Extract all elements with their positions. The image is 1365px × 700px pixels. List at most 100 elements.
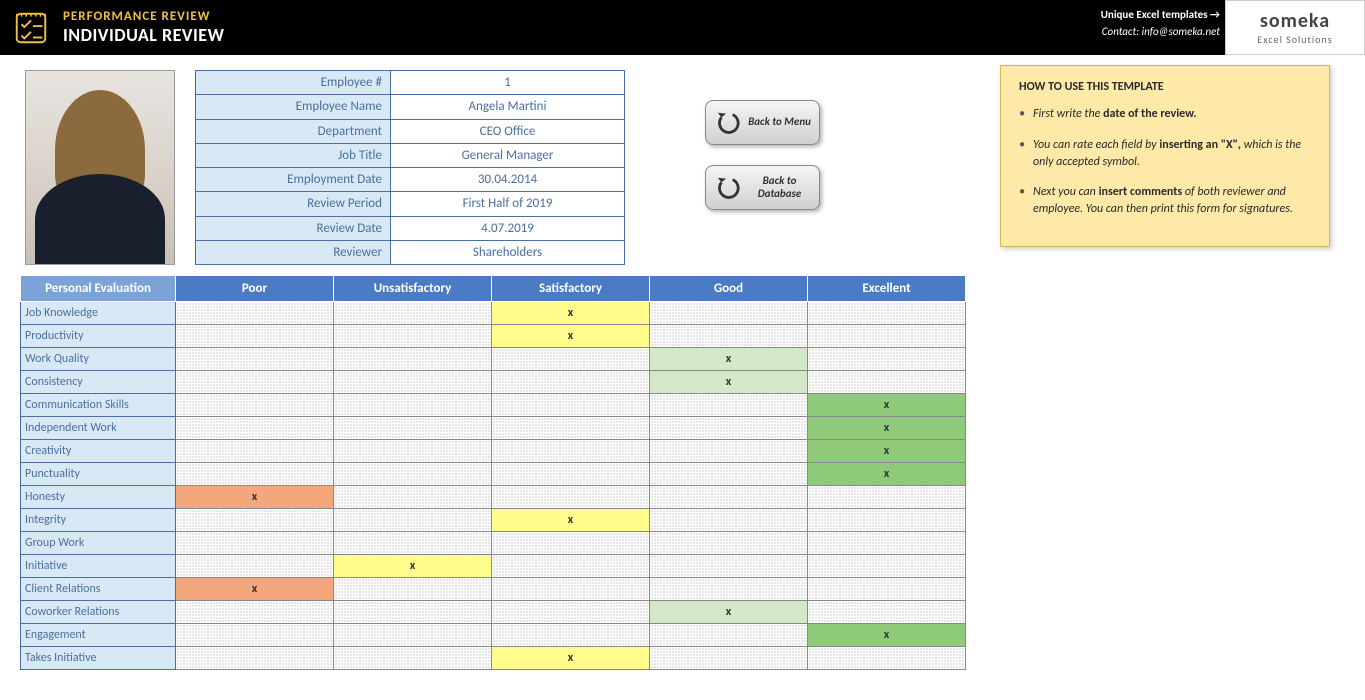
info-value[interactable]: 1 (391, 71, 625, 95)
eval-cell[interactable] (334, 394, 492, 417)
eval-cell[interactable] (334, 578, 492, 601)
eval-cell[interactable] (492, 486, 650, 509)
eval-cell[interactable] (492, 417, 650, 440)
eval-cell[interactable] (334, 647, 492, 670)
eval-cell[interactable] (176, 371, 334, 394)
info-value[interactable]: 4.07.2019 (391, 216, 625, 240)
eval-cell[interactable] (650, 325, 808, 348)
eval-cell[interactable] (334, 532, 492, 555)
eval-cell[interactable] (334, 509, 492, 532)
eval-cell[interactable] (808, 578, 966, 601)
someka-logo[interactable]: someka Excel Solutions (1225, 0, 1365, 55)
eval-row: Group Work (21, 532, 966, 555)
templates-link[interactable]: Unique Excel templates → (1101, 8, 1220, 21)
eval-cell[interactable] (650, 555, 808, 578)
back-to-database-button[interactable]: Back to Database (705, 165, 820, 210)
eval-header-unsat: Unsatisfactory (334, 276, 492, 302)
eval-cell[interactable] (334, 463, 492, 486)
eval-cell[interactable] (334, 417, 492, 440)
info-value[interactable]: First Half of 2019 (391, 192, 625, 216)
eval-cell[interactable]: x (808, 394, 966, 417)
eval-cell[interactable] (334, 302, 492, 325)
eval-cell[interactable] (492, 463, 650, 486)
eval-header-exc: Excellent (808, 276, 966, 302)
back-to-menu-button[interactable]: Back to Menu (705, 100, 820, 145)
eval-cell[interactable] (650, 486, 808, 509)
eval-cell[interactable] (334, 440, 492, 463)
eval-cell[interactable]: x (334, 555, 492, 578)
eval-cell[interactable] (176, 555, 334, 578)
eval-cell[interactable] (492, 394, 650, 417)
info-value[interactable]: Angela Martini (391, 95, 625, 119)
eval-cell[interactable] (176, 601, 334, 624)
eval-cell[interactable]: x (808, 417, 966, 440)
eval-cell[interactable] (492, 601, 650, 624)
eval-cell[interactable] (334, 624, 492, 647)
eval-cell[interactable] (808, 601, 966, 624)
eval-cell[interactable]: x (492, 325, 650, 348)
eval-cell[interactable] (650, 302, 808, 325)
eval-cell[interactable] (492, 440, 650, 463)
eval-cell[interactable] (650, 532, 808, 555)
eval-cell[interactable]: x (492, 509, 650, 532)
eval-cell[interactable] (492, 578, 650, 601)
eval-cell[interactable]: x (492, 302, 650, 325)
eval-cell[interactable] (650, 647, 808, 670)
eval-cell[interactable] (808, 325, 966, 348)
eval-cell[interactable] (492, 532, 650, 555)
eval-cell[interactable] (176, 417, 334, 440)
eval-cell[interactable]: x (492, 647, 650, 670)
eval-cell[interactable] (808, 486, 966, 509)
eval-cell[interactable] (334, 371, 492, 394)
eval-cell[interactable] (808, 371, 966, 394)
eval-cell[interactable] (334, 486, 492, 509)
eval-cell[interactable]: x (650, 601, 808, 624)
info-value[interactable]: Shareholders (391, 240, 625, 264)
eval-cell[interactable]: x (176, 578, 334, 601)
eval-cell[interactable] (176, 647, 334, 670)
eval-cell[interactable]: x (650, 348, 808, 371)
eval-cell[interactable] (492, 371, 650, 394)
eval-cell[interactable] (650, 417, 808, 440)
eval-cell[interactable] (650, 463, 808, 486)
eval-cell[interactable]: x (808, 624, 966, 647)
info-value[interactable]: CEO Office (391, 119, 625, 143)
eval-criteria-name: Communication Skills (21, 394, 176, 417)
eval-cell[interactable] (176, 624, 334, 647)
eval-cell[interactable] (492, 555, 650, 578)
eval-cell[interactable] (808, 509, 966, 532)
info-row: DepartmentCEO Office (196, 119, 625, 143)
eval-row: Client Relationsx (21, 578, 966, 601)
eval-cell[interactable] (808, 348, 966, 371)
eval-cell[interactable] (176, 302, 334, 325)
eval-cell[interactable] (808, 555, 966, 578)
eval-cell[interactable] (176, 394, 334, 417)
eval-cell[interactable] (492, 348, 650, 371)
eval-cell[interactable] (176, 325, 334, 348)
eval-cell[interactable] (176, 509, 334, 532)
eval-cell[interactable] (650, 394, 808, 417)
eval-cell[interactable] (808, 302, 966, 325)
eval-cell[interactable]: x (808, 463, 966, 486)
eval-cell[interactable] (808, 532, 966, 555)
eval-cell[interactable] (650, 509, 808, 532)
eval-cell[interactable]: x (176, 486, 334, 509)
info-value[interactable]: 30.04.2014 (391, 168, 625, 192)
help-item: You can rate each field by inserting an … (1019, 137, 1311, 171)
eval-cell[interactable] (334, 601, 492, 624)
info-label: Employment Date (196, 168, 391, 192)
eval-cell[interactable] (176, 532, 334, 555)
info-value[interactable]: General Manager (391, 143, 625, 167)
eval-cell[interactable] (176, 440, 334, 463)
eval-cell[interactable] (334, 325, 492, 348)
eval-cell[interactable] (176, 463, 334, 486)
eval-cell[interactable] (650, 624, 808, 647)
eval-cell[interactable] (334, 348, 492, 371)
eval-cell[interactable] (492, 624, 650, 647)
eval-cell[interactable]: x (808, 440, 966, 463)
eval-cell[interactable] (650, 440, 808, 463)
eval-cell[interactable] (650, 578, 808, 601)
eval-cell[interactable] (808, 647, 966, 670)
eval-cell[interactable] (176, 348, 334, 371)
eval-cell[interactable]: x (650, 371, 808, 394)
